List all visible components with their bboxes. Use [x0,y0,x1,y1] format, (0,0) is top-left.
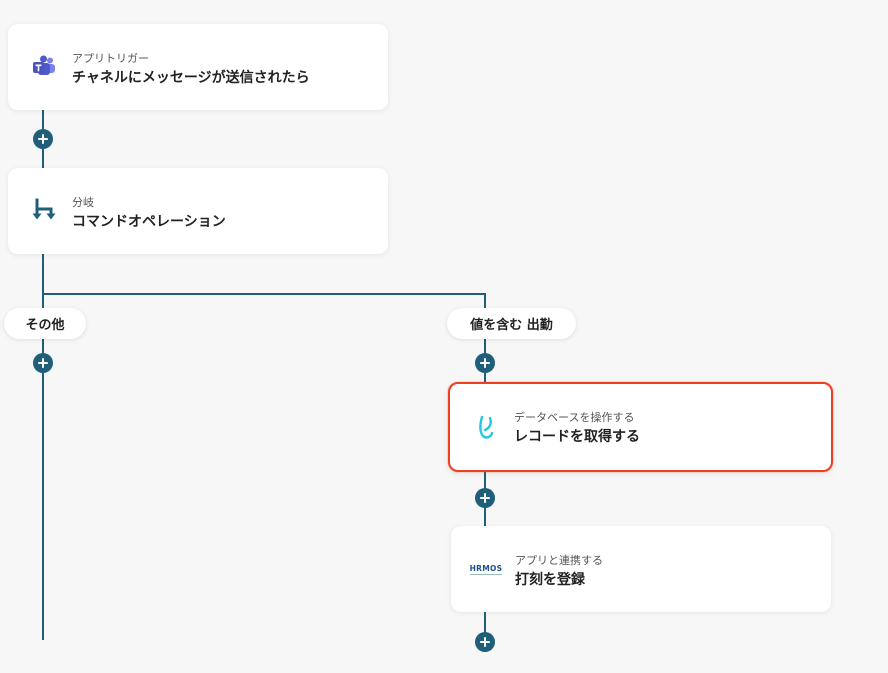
app-step-card[interactable]: HRMOS アプリと連携する 打刻を登録 [451,526,831,612]
step-subtitle: 分岐 [72,196,94,209]
add-step-button[interactable] [475,632,495,652]
branch-connector-corner [484,293,486,309]
step-subtitle: アプリトリガー [72,52,149,65]
trigger-step-card[interactable]: アプリトリガー チャネルにメッセージが送信されたら [8,24,388,110]
add-step-button[interactable] [475,488,495,508]
step-title: レコードを取得する [514,429,640,445]
database-step-card[interactable]: データベースを操作する レコードを取得する [448,382,833,472]
add-step-button[interactable] [475,353,495,373]
flow-canvas: アプリトリガー チャネルにメッセージが送信されたら 分岐 コマンドオペレーション… [0,0,888,673]
branch-label-other[interactable]: その他 [4,308,86,339]
plus-icon [38,134,48,144]
step-title: 打刻を登録 [515,572,585,588]
plus-icon [480,358,490,368]
hrmos-logo: HRMOS [469,563,503,575]
branch-step-card[interactable]: 分岐 コマンドオペレーション [8,168,388,254]
add-step-button[interactable] [33,129,53,149]
teams-icon [30,53,58,81]
step-subtitle: アプリと連携する [515,554,603,567]
step-title: チャネルにメッセージが送信されたら [72,70,310,86]
step-title: コマンドオペレーション [72,214,226,230]
plus-icon [38,358,48,368]
step-subtitle: データベースを操作する [514,411,635,424]
plus-icon [480,493,490,503]
add-step-button[interactable] [33,353,53,373]
yoom-database-icon [472,413,500,441]
hrmos-icon: HRMOS [469,555,503,583]
plus-icon [480,637,490,647]
branch-connector-horizontal [42,293,486,295]
branch-icon [30,197,58,225]
branch-label-condition[interactable]: 値を含む 出勤 [447,308,576,339]
